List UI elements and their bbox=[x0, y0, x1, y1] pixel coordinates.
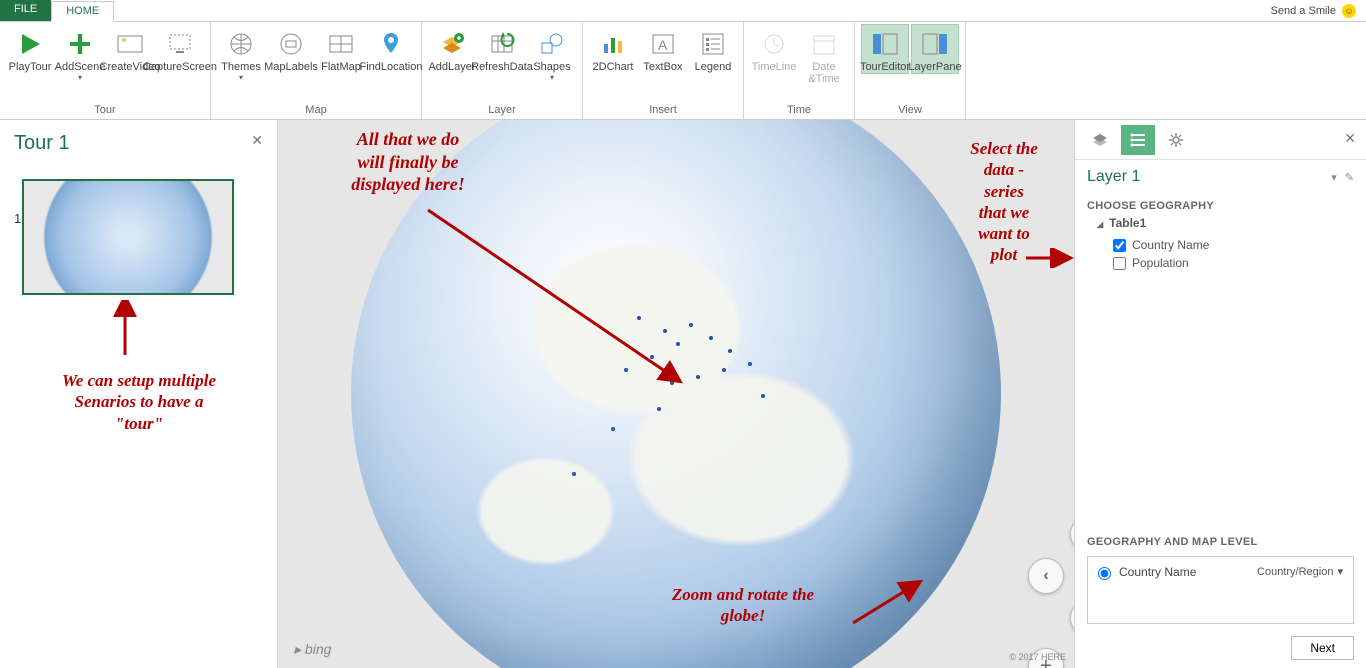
tab-strip: FILE HOME Send a Smile ☺ bbox=[0, 0, 1366, 22]
layer-tab-settings[interactable] bbox=[1159, 125, 1193, 155]
bing-logo: ▸ bing bbox=[294, 641, 331, 658]
map-labels-icon bbox=[276, 29, 306, 59]
edit-icon[interactable]: ✎ bbox=[1345, 171, 1354, 184]
time-line-button: TimeLine bbox=[750, 24, 798, 74]
table-node[interactable]: Table1 bbox=[1097, 216, 1354, 230]
timeline-icon bbox=[759, 29, 789, 59]
capture-screen-button[interactable]: CaptureScreen bbox=[156, 24, 204, 74]
group-insert-label: Insert bbox=[589, 102, 737, 119]
themes-button[interactable]: Themes▾ bbox=[217, 24, 265, 83]
refresh-data-button[interactable]: RefreshData bbox=[478, 24, 526, 74]
tab-home[interactable]: HOME bbox=[51, 1, 114, 22]
date-time-button: Date &Time bbox=[800, 24, 848, 86]
annotation-scenarios: We can setup multipleSenarios to have a"… bbox=[24, 370, 254, 434]
flat-map-button[interactable]: FlatMap bbox=[317, 24, 365, 74]
geo-level-radio[interactable] bbox=[1098, 567, 1111, 580]
text-box-button[interactable]: ATextBox bbox=[639, 24, 687, 74]
globe[interactable] bbox=[351, 120, 1001, 668]
send-a-smile-label: Send a Smile bbox=[1271, 5, 1336, 17]
layer-pane: ✕ Layer 1 ▾ ✎ CHOOSE GEOGRAPHY Table1 Co… bbox=[1074, 120, 1366, 668]
group-layer-label: Layer bbox=[428, 102, 576, 119]
scene-number: 1 bbox=[14, 211, 21, 226]
field-population[interactable]: Population bbox=[1097, 254, 1354, 272]
group-map-label: Map bbox=[217, 102, 415, 119]
find-location-button[interactable]: FindLocation bbox=[367, 24, 415, 74]
add-scene-button[interactable]: AddScene▾ bbox=[56, 24, 104, 83]
datetime-icon bbox=[809, 29, 839, 59]
ribbon: PlayTour AddScene▾ CreateVideo CaptureSc… bbox=[0, 22, 1366, 120]
legend-button[interactable]: Legend bbox=[689, 24, 737, 74]
geo-level-select[interactable]: Country/Region ▾ bbox=[1257, 565, 1343, 578]
shapes-button[interactable]: Shapes▾ bbox=[528, 24, 576, 83]
close-icon[interactable]: ✕ bbox=[1344, 130, 1356, 147]
flat-map-icon bbox=[326, 29, 356, 59]
refresh-icon bbox=[487, 29, 517, 59]
group-tour-label: Tour bbox=[6, 102, 204, 119]
here-attribution: © 2017 HERE bbox=[1009, 652, 1066, 662]
chart-icon bbox=[598, 29, 628, 59]
add-layer-button[interactable]: AddLayer bbox=[428, 24, 476, 74]
choose-geography-label: CHOOSE GEOGRAPHY bbox=[1075, 194, 1366, 216]
group-time-label: Time bbox=[750, 102, 848, 119]
plus-icon bbox=[65, 29, 95, 59]
close-icon[interactable]: ✕ bbox=[251, 132, 263, 149]
tour-editor-button[interactable]: TourEditor bbox=[861, 24, 909, 74]
tour-title: Tour 1 bbox=[14, 132, 263, 155]
2d-chart-button[interactable]: 2DChart bbox=[589, 24, 637, 74]
group-view-label: View bbox=[861, 102, 959, 119]
themes-icon bbox=[226, 29, 256, 59]
tab-file[interactable]: FILE bbox=[0, 0, 51, 21]
layer-dropdown-icon[interactable]: ▾ bbox=[1331, 171, 1337, 184]
map-labels-button[interactable]: MapLabels bbox=[267, 24, 315, 74]
capture-icon bbox=[165, 29, 195, 59]
layer-pane-button[interactable]: LayerPane bbox=[911, 24, 959, 74]
smile-icon: ☺ bbox=[1342, 4, 1356, 18]
chevron-down-icon: ▾ bbox=[1337, 565, 1343, 578]
play-icon bbox=[15, 29, 45, 59]
scene-thumbnail[interactable] bbox=[22, 179, 234, 295]
find-location-icon bbox=[376, 29, 406, 59]
rotate-left-button[interactable]: ‹ bbox=[1028, 558, 1064, 594]
checkbox-population[interactable] bbox=[1113, 257, 1126, 270]
checkbox-country[interactable] bbox=[1113, 239, 1126, 252]
layer-name: Layer 1 bbox=[1087, 168, 1140, 186]
layer-pane-icon bbox=[920, 29, 950, 59]
field-country-name[interactable]: Country Name bbox=[1097, 236, 1354, 254]
shapes-icon bbox=[537, 29, 567, 59]
svg-text:A: A bbox=[658, 37, 668, 53]
geo-level-name: Country Name bbox=[1119, 565, 1249, 579]
map-view[interactable]: All that we dowill finally bedisplayed h… bbox=[278, 120, 1074, 668]
layer-tab-layers[interactable] bbox=[1083, 125, 1117, 155]
geo-level-row: Country Name Country/Region ▾ bbox=[1087, 556, 1354, 624]
layer-tab-fields[interactable] bbox=[1121, 125, 1155, 155]
main-area: Tour 1 ✕ 1 We can setup multipleSenarios… bbox=[0, 120, 1366, 668]
textbox-icon: A bbox=[648, 29, 678, 59]
next-button[interactable]: Next bbox=[1291, 636, 1354, 660]
arrow-icon bbox=[110, 300, 140, 360]
arrow-icon bbox=[1024, 248, 1074, 268]
play-tour-button[interactable]: PlayTour bbox=[6, 24, 54, 74]
geo-map-level-label: GEOGRAPHY AND MAP LEVEL bbox=[1075, 530, 1366, 552]
tour-editor-icon bbox=[870, 29, 900, 59]
tour-panel: Tour 1 ✕ 1 We can setup multipleSenarios… bbox=[0, 120, 278, 668]
legend-icon bbox=[698, 29, 728, 59]
video-icon bbox=[115, 29, 145, 59]
add-layer-icon bbox=[437, 29, 467, 59]
send-a-smile[interactable]: Send a Smile ☺ bbox=[1271, 0, 1366, 21]
